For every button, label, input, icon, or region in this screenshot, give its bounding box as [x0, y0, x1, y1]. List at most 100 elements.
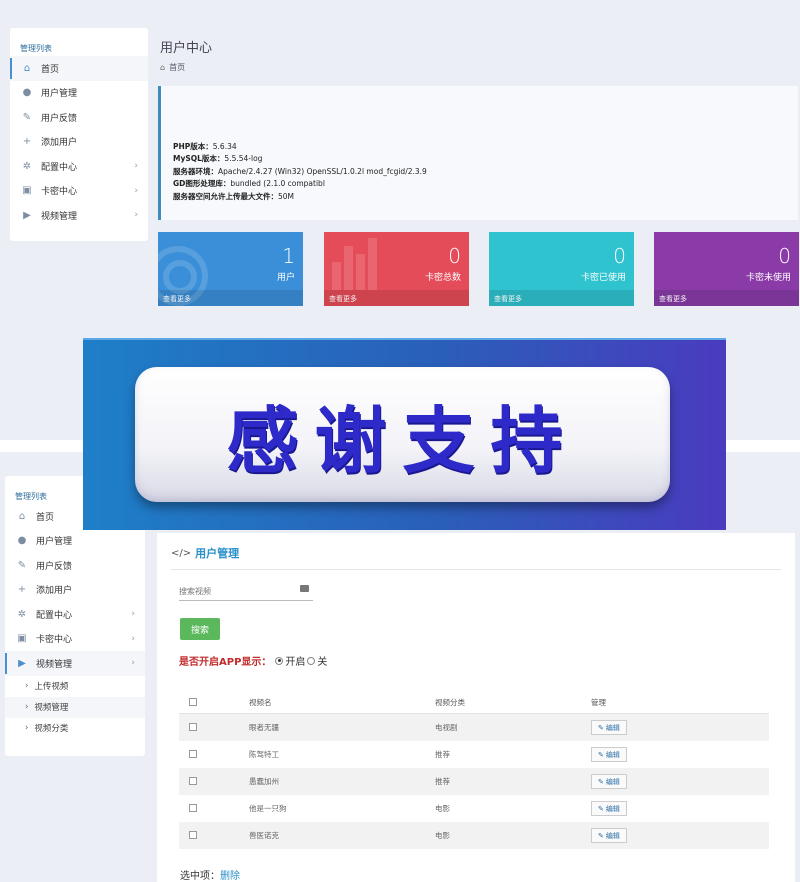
- sidebar-item[interactable]: ● 用户管理: [5, 529, 145, 554]
- select-all-checkbox[interactable]: [189, 697, 197, 706]
- edit-icon: ✎: [598, 777, 604, 786]
- server-info-value: 5.6.34: [212, 142, 237, 151]
- chevron-right-icon: ›: [134, 161, 138, 172]
- selected-label: 选中项：: [180, 871, 220, 882]
- video-name: 陈驾特工: [249, 750, 279, 759]
- video-category: 推荐: [435, 750, 450, 759]
- breadcrumb-home[interactable]: 首页: [169, 62, 185, 73]
- sidebar-item-label: 视频管理: [36, 659, 73, 670]
- home-icon: ⌂: [18, 510, 26, 522]
- sidebar-subitem[interactable]: › 上传视频: [5, 676, 145, 697]
- search-button[interactable]: 搜索: [180, 618, 220, 640]
- keyboard-icon[interactable]: [300, 585, 309, 592]
- stat-label: 卡密总数: [424, 273, 461, 283]
- stat-label: 卡密未使用: [745, 273, 791, 283]
- sidebar-item[interactable]: ✲ 配置中心 ›: [10, 154, 148, 179]
- view-more-link[interactable]: 查看更多: [489, 290, 634, 306]
- row-checkbox[interactable]: [189, 776, 197, 785]
- stat-card[interactable]: 0 卡密已使用查看更多: [489, 232, 634, 306]
- decor-bar: [332, 262, 341, 290]
- sidebar-item[interactable]: ⌂ 首页: [10, 56, 148, 81]
- edit-icon: ✎: [17, 559, 27, 571]
- sidebar-item-label: 用户反馈: [41, 113, 78, 124]
- stat-card[interactable]: 0 卡密未使用查看更多: [654, 232, 799, 306]
- edit-button[interactable]: ✎ 编辑: [591, 720, 627, 735]
- row-checkbox[interactable]: [189, 803, 197, 812]
- video-category: 推荐: [435, 777, 450, 786]
- edit-button-label: 编辑: [605, 831, 620, 840]
- stat-card[interactable]: 0 卡密总数 查看更多: [324, 232, 469, 306]
- edit-button[interactable]: ✎ 编辑: [591, 828, 627, 843]
- view-more-link[interactable]: 查看更多: [324, 290, 469, 306]
- column-header: 视频名: [249, 698, 272, 707]
- banner-plate: 感谢支持: [135, 367, 670, 502]
- server-info-row: GD图形处理库：bundled (2.1.0 compatibl: [173, 178, 427, 190]
- sidebar-item[interactable]: ● 用户管理: [10, 81, 148, 106]
- delete-link[interactable]: 删除: [220, 871, 240, 882]
- radio-off-dot[interactable]: [307, 656, 316, 665]
- server-info-row: PHP版本：5.6.34: [173, 141, 427, 153]
- video-category: 电影: [435, 831, 450, 840]
- gear-icon: ✲: [17, 608, 27, 620]
- row-checkbox[interactable]: [189, 830, 197, 839]
- sidebar-item[interactable]: ✲ 配置中心 ›: [5, 602, 145, 627]
- edit-button-label: 编辑: [605, 750, 620, 759]
- table-header: 视频名 视频分类 管理: [179, 692, 769, 714]
- app-display-label: 是否开启APP显示：: [179, 657, 272, 668]
- sidebar-item[interactable]: + 添加用户: [10, 130, 148, 155]
- home-icon: ⌂: [23, 62, 31, 74]
- stat-label: 用户: [276, 273, 295, 283]
- radio-on-label: 开启: [285, 657, 306, 668]
- sidebar-subitem[interactable]: › 视频管理: [5, 696, 145, 718]
- table-row: 愚蠢加州 推荐 ✎ 编辑: [179, 768, 769, 795]
- sidebar-item[interactable]: + 添加用户: [5, 578, 145, 603]
- card-icon: ▣: [17, 633, 27, 645]
- view-more-link[interactable]: 查看更多: [654, 290, 799, 306]
- edit-button[interactable]: ✎ 编辑: [591, 801, 627, 816]
- server-info-value: bundled (2.1.0 compatibl: [230, 179, 325, 189]
- chevron-right-icon: ›: [134, 210, 138, 221]
- server-info-value: 50M: [278, 191, 295, 201]
- page-title: 用户中心: [160, 41, 213, 56]
- sidebar-title: 管理列表: [20, 44, 52, 53]
- play-icon: ▶: [18, 657, 26, 669]
- server-info-value: 5.5.54-log: [224, 154, 263, 164]
- sidebar-item[interactable]: ✎ 用户反馈: [10, 105, 148, 130]
- divider: [171, 569, 781, 570]
- view-more-link[interactable]: 查看更多: [158, 290, 303, 306]
- chevron-right-icon: ›: [131, 609, 135, 620]
- stat-card[interactable]: 1 用户 查看更多: [158, 232, 303, 306]
- row-checkbox[interactable]: [189, 722, 197, 731]
- server-info-label: GD图形处理库：: [173, 179, 231, 189]
- code-icon: </>: [171, 547, 192, 559]
- radio-off[interactable]: 关: [307, 653, 327, 668]
- edit-icon: ✎: [598, 831, 604, 840]
- video-manage-card: </> 用户管理 搜索 是否开启APP显示： 开启 关 视频名 视频分类 管理 …: [157, 533, 795, 882]
- sidebar-item[interactable]: ▣ 卡密中心 ›: [5, 627, 145, 652]
- sidebar-item[interactable]: ✎ 用户反馈: [5, 553, 145, 578]
- sidebar-item[interactable]: ▣ 卡密中心 ›: [10, 179, 148, 204]
- video-table: 视频名 视频分类 管理 眼者无疆 电视剧 ✎ 编辑 陈驾特工 推荐 ✎ 编辑 愚蠢加州 推荐 ✎ 编辑…: [179, 692, 769, 849]
- radio-on[interactable]: 开启: [275, 653, 305, 668]
- decor-bar: [344, 246, 353, 290]
- stat-label: 卡密已使用: [580, 273, 626, 283]
- column-header: 视频分类: [435, 698, 465, 707]
- breadcrumb[interactable]: ⌂ 首页: [160, 62, 185, 73]
- server-info-label: PHP版本：: [173, 142, 213, 151]
- row-checkbox[interactable]: [189, 749, 197, 758]
- sidebar-subitem[interactable]: › 视频分类: [5, 718, 145, 739]
- sidebar-item-label: 用户管理: [36, 537, 73, 548]
- stat-value: 0: [778, 244, 791, 268]
- sidebar-item[interactable]: ▶ 视频管理 ›: [5, 651, 145, 676]
- sidebar-item[interactable]: ▶ 视频管理 ›: [10, 203, 148, 228]
- chevron-right-icon: ›: [25, 723, 29, 733]
- thanks-banner: 感谢支持: [83, 338, 726, 530]
- edit-button[interactable]: ✎ 编辑: [591, 747, 627, 762]
- radio-on-dot[interactable]: [275, 656, 284, 665]
- user-icon: ●: [22, 87, 32, 99]
- section-title-text: 用户管理: [195, 547, 240, 560]
- search-input[interactable]: [179, 583, 313, 601]
- stat-value: 0: [613, 244, 626, 268]
- edit-button[interactable]: ✎ 编辑: [591, 774, 627, 789]
- add-user-icon: +: [17, 584, 27, 596]
